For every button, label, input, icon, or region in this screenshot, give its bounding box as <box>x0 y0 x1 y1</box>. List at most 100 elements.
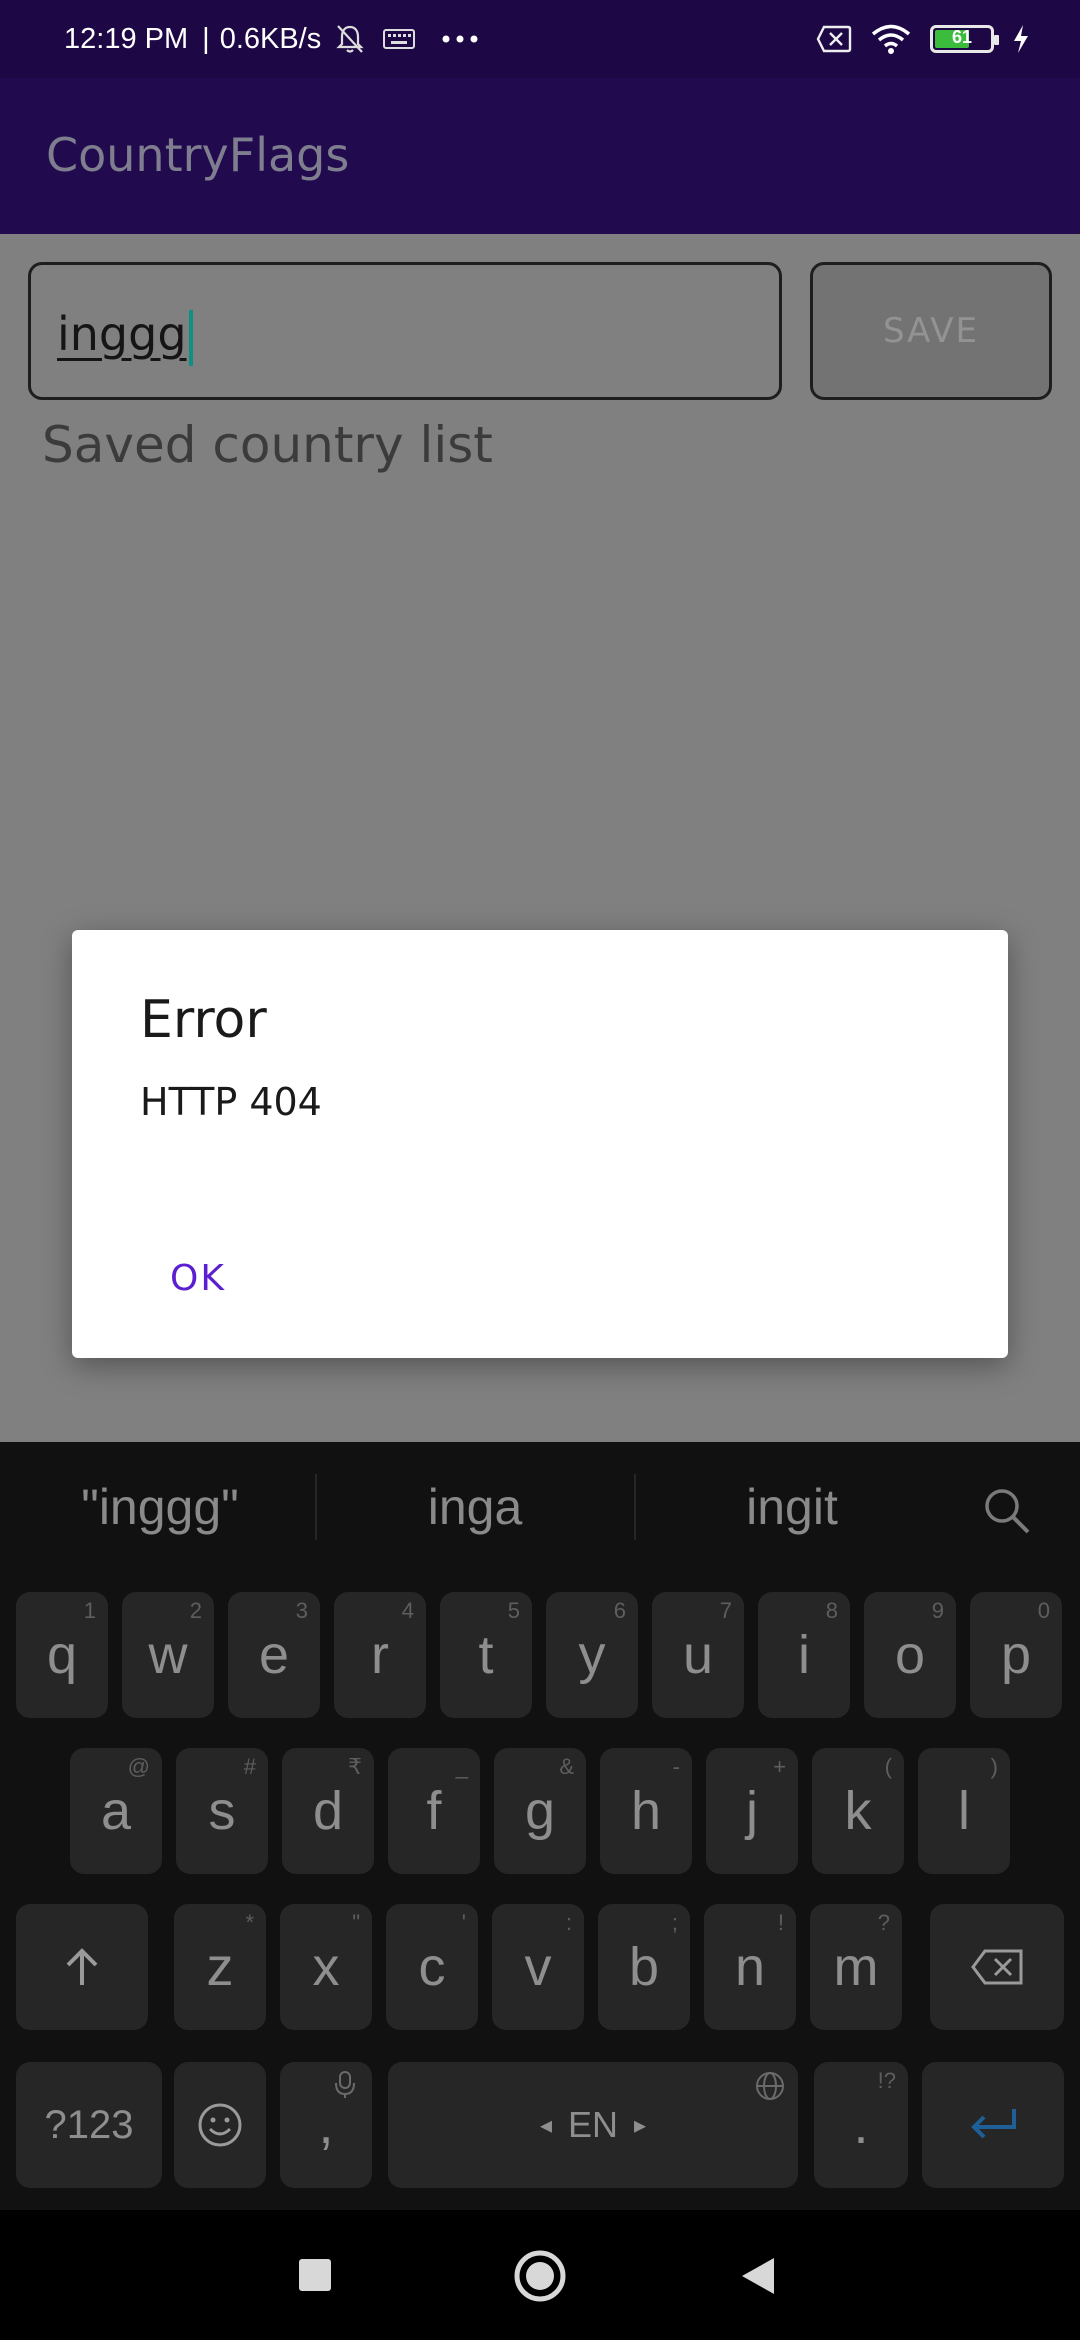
key-hint: 3 <box>295 1598 308 1623</box>
key-h[interactable]: h- <box>600 1748 692 1874</box>
square-icon[interactable] <box>298 2258 332 2292</box>
keyboard-icon <box>383 29 416 49</box>
key-f[interactable]: f _ <box>388 1748 480 1874</box>
key-u[interactable]: u7 <box>652 1592 744 1718</box>
app-bar: CountryFlags <box>0 78 1080 234</box>
battery-level: 61 <box>951 27 973 47</box>
key-hint: ' <box>461 1910 466 1935</box>
wifi-icon <box>871 24 911 54</box>
key-i[interactable]: i8 <box>758 1592 850 1718</box>
key-n[interactable]: n! <box>704 1904 796 2030</box>
key-label: n <box>734 1937 766 1997</box>
backspace-key[interactable] <box>930 1904 1064 2030</box>
key-hint: * <box>245 1910 254 1935</box>
suggestion-2[interactable]: inga <box>335 1478 615 1536</box>
dialog-ok-button[interactable]: OK <box>170 1258 226 1299</box>
key-k[interactable]: k( <box>812 1748 904 1874</box>
key-a[interactable]: a @ <box>70 1748 162 1874</box>
space-key[interactable]: ◂ EN ▸ <box>388 2062 798 2188</box>
key-l[interactable]: l) <box>918 1748 1010 1874</box>
key-g[interactable]: g & <box>494 1748 586 1874</box>
key-e[interactable]: e3 <box>228 1592 320 1718</box>
emoji-key[interactable] <box>174 2062 266 2188</box>
key-hint: 9 <box>931 1598 944 1623</box>
key-label: g <box>524 1781 556 1841</box>
key-hint: ₹ <box>348 1754 362 1779</box>
key-hint: 7 <box>719 1598 732 1623</box>
key-label: x <box>312 1937 340 1997</box>
key-hint: ( <box>884 1754 892 1779</box>
key-hint: 8 <box>825 1598 838 1623</box>
country-input[interactable]: inggg <box>28 262 782 400</box>
key-t[interactable]: t5 <box>440 1592 532 1718</box>
key-hint: + <box>773 1754 786 1779</box>
country-input-value: inggg <box>57 307 187 361</box>
key-hint: 4 <box>401 1598 414 1623</box>
globe-icon <box>756 2072 784 2100</box>
key-z[interactable]: z * <box>174 1904 266 2030</box>
period-key[interactable]: . !? <box>814 2062 908 2188</box>
key-label: j <box>746 1781 758 1841</box>
key-hint: @ <box>127 1754 150 1779</box>
key-hint: ) <box>990 1754 998 1779</box>
key-hint: " <box>352 1910 360 1935</box>
key-hint: _ <box>455 1754 468 1779</box>
save-button[interactable]: SAVE <box>810 262 1052 400</box>
key-j[interactable]: j + <box>706 1748 798 1874</box>
key-label: e <box>258 1625 290 1685</box>
key-label: l <box>958 1781 970 1841</box>
key-m[interactable]: m? <box>810 1904 902 2030</box>
key-label: b <box>628 1937 660 1997</box>
saved-list-heading: Saved country list <box>42 416 493 474</box>
key-r[interactable]: r4 <box>334 1592 426 1718</box>
key-b[interactable]: b; <box>598 1904 690 2030</box>
period-hint: !? <box>877 2068 896 2093</box>
enter-key[interactable] <box>922 2062 1064 2188</box>
emoji-icon <box>198 2103 242 2147</box>
key-hint: # <box>243 1754 256 1779</box>
battery-indicator: 61 <box>930 25 999 53</box>
suggestion-1[interactable]: "inggg" <box>20 1478 300 1536</box>
key-hint: ! <box>777 1910 784 1935</box>
key-label: y <box>578 1625 606 1685</box>
status-time: 12:19 PM <box>64 22 189 55</box>
status-bar: 12:19 PM | 0.6KB/s 61 <box>0 0 1080 78</box>
key-hint: & <box>559 1754 574 1779</box>
search-icon[interactable] <box>982 1486 1032 1536</box>
key-p[interactable]: p0 <box>970 1592 1062 1718</box>
key-label: p <box>1000 1625 1032 1685</box>
enter-icon <box>971 2109 1016 2139</box>
key-x[interactable]: x " <box>280 1904 372 2030</box>
key-s[interactable]: s # <box>176 1748 268 1874</box>
key-hint: : <box>565 1910 572 1935</box>
status-net-speed: 0.6KB/s <box>219 22 322 55</box>
key-label: m <box>833 1937 879 1997</box>
key-label: k <box>844 1781 872 1841</box>
circle-icon[interactable] <box>512 2248 568 2304</box>
key-q[interactable]: q1 <box>16 1592 108 1718</box>
key-v[interactable]: v: <box>492 1904 584 2030</box>
key-label: c <box>418 1937 446 1997</box>
navigation-bar <box>0 2210 1080 2340</box>
dialog-message: HTTP 404 <box>140 1080 322 1124</box>
key-w[interactable]: w2 <box>122 1592 214 1718</box>
key-hint: ? <box>877 1910 890 1935</box>
triangle-icon[interactable] <box>740 2256 776 2296</box>
text-cursor <box>188 309 193 366</box>
key-d[interactable]: d ₹ <box>282 1748 374 1874</box>
comma-key[interactable]: , <box>280 2062 372 2188</box>
key-c[interactable]: c ' <box>386 1904 478 2030</box>
key-o[interactable]: o9 <box>864 1592 956 1718</box>
key-label: s <box>208 1781 236 1841</box>
key-y[interactable]: y6 <box>546 1592 638 1718</box>
backspace-icon <box>971 1949 1023 1985</box>
key-label: d <box>312 1781 344 1841</box>
symbols-key[interactable]: ?123 <box>16 2062 162 2188</box>
mic-icon <box>335 2071 355 2098</box>
suggestion-3[interactable]: ingit <box>652 1478 932 1536</box>
key-hint: 1 <box>83 1598 96 1623</box>
key-hint: 2 <box>189 1598 202 1623</box>
shift-key[interactable] <box>16 1904 148 2030</box>
period-label: . <box>853 2095 869 2155</box>
status-left: 12:19 PM | 0.6KB/s <box>64 0 479 78</box>
